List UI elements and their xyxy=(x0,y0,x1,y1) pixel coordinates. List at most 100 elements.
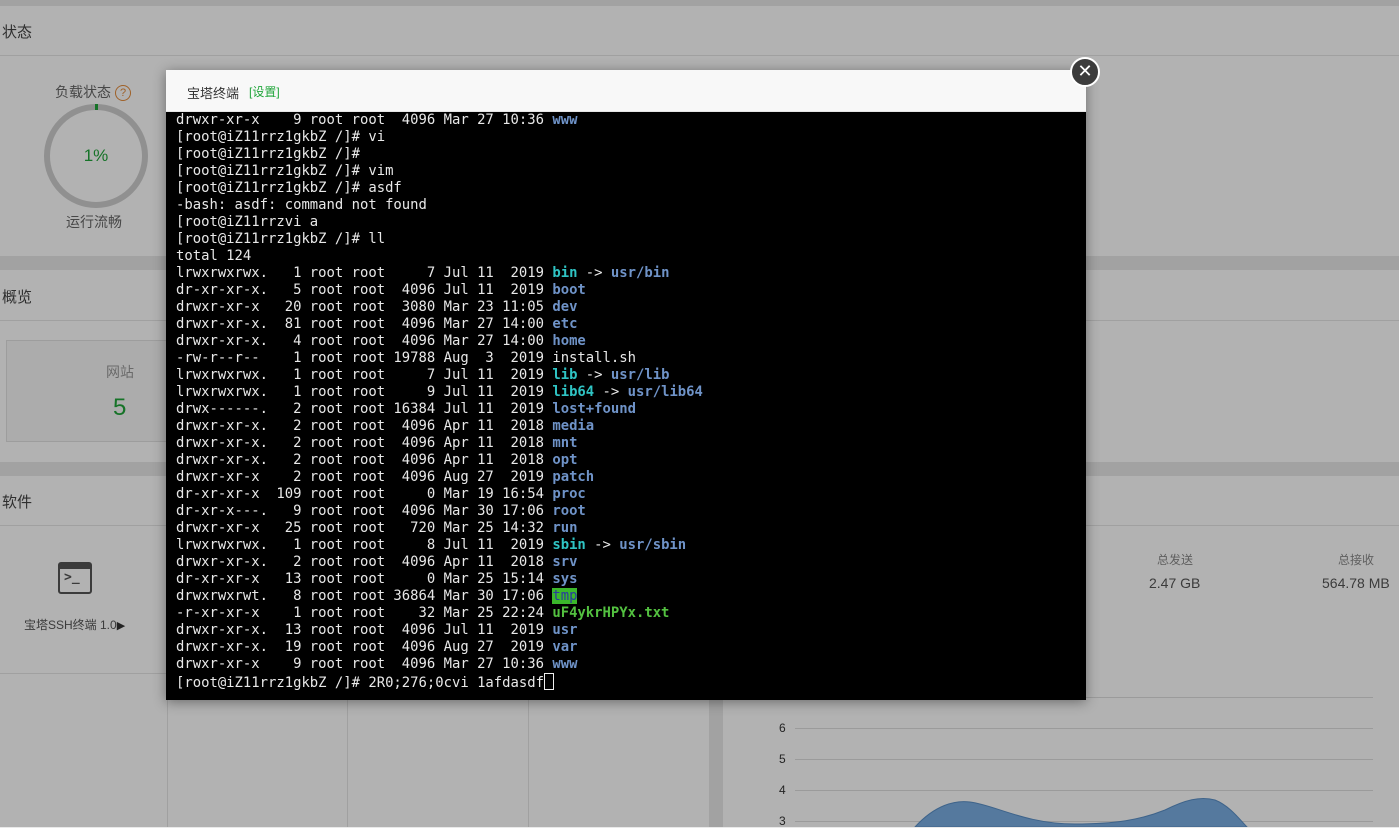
terminal-text: proc xyxy=(552,486,586,502)
terminal-dialog-title: 宝塔终端 xyxy=(187,86,240,101)
terminal-text: root xyxy=(552,503,586,519)
terminal-text: drwxr-xr-x 20 root root 3080 Mar 23 11:0… xyxy=(176,299,553,315)
terminal-text: lrwxrwxrwx. 1 root root 7 Jul 11 2019 xyxy=(176,367,553,383)
terminal-line: drwxr-xr-x. 2 root root 4096 Apr 11 2018… xyxy=(176,418,1081,435)
terminal-text: drwxr-xr-x. 2 root root 4096 Apr 11 2018 xyxy=(176,435,553,451)
terminal-text: drwx------. 2 root root 16384 Jul 11 201… xyxy=(176,401,553,417)
terminal-line: [root@iZ11rrz1gkbZ /]# 2R0;276;0cvi 1afd… xyxy=(176,673,1081,691)
terminal-text: drwxr-xr-x. 19 root root 4096 Aug 27 201… xyxy=(176,639,553,655)
terminal-text: [root@iZ11rrz1gkbZ /]# xyxy=(176,146,360,162)
terminal-line: lrwxrwxrwx. 1 root root 9 Jul 11 2019 li… xyxy=(176,384,1081,401)
terminal-line: dr-xr-x---. 9 root root 4096 Mar 30 17:0… xyxy=(176,503,1081,520)
terminal-line: drwxr-xr-x 20 root root 3080 Mar 23 11:0… xyxy=(176,299,1081,316)
terminal-text: dr-xr-xr-x 13 root root 0 Mar 25 15:14 xyxy=(176,571,553,587)
terminal-line: drwxr-xr-x. 81 root root 4096 Mar 27 14:… xyxy=(176,316,1081,333)
terminal-line: [root@iZ11rrzvi a xyxy=(176,214,1081,231)
terminal-line: drwxr-xr-x. 19 root root 4096 Aug 27 201… xyxy=(176,639,1081,656)
terminal-text: drwxr-xr-x. 2 root root 4096 Apr 11 2018 xyxy=(176,452,553,468)
terminal-text: patch xyxy=(552,469,595,485)
terminal-output[interactable]: drwxr-xr-x 9 root root 4096 Mar 27 10:36… xyxy=(176,112,1081,698)
terminal-text: -> xyxy=(577,265,611,281)
terminal-text: boot xyxy=(552,282,586,298)
terminal-text: www xyxy=(552,656,578,672)
terminal-line: -rw-r--r-- 1 root root 19788 Aug 3 2019 … xyxy=(176,350,1081,367)
terminal-text: drwxr-xr-x 2 root root 4096 Aug 27 2019 xyxy=(176,469,553,485)
terminal-line: [root@iZ11rrz1gkbZ /]# vim xyxy=(176,163,1081,180)
terminal-text: [root@iZ11rrzvi a xyxy=(176,214,319,230)
terminal-text: media xyxy=(552,418,595,434)
terminal-text: srv xyxy=(552,554,578,570)
terminal-text: dr-xr-xr-x 109 root root 0 Mar 19 16:54 xyxy=(176,486,553,502)
terminal-text: drwxr-xr-x. 2 root root 4096 Apr 11 2018 xyxy=(176,418,553,434)
terminal-line: -r-xr-xr-x 1 root root 32 Mar 25 22:24 u… xyxy=(176,605,1081,622)
terminal-text: drwxr-xr-x. 81 root root 4096 Mar 27 14:… xyxy=(176,316,553,332)
terminal-line: drwxr-xr-x. 2 root root 4096 Apr 11 2018… xyxy=(176,554,1081,571)
terminal-text: lib64 xyxy=(552,384,595,400)
terminal-text: drwxr-xr-x. 13 root root 4096 Jul 11 201… xyxy=(176,622,553,638)
terminal-line: [root@iZ11rrz1gkbZ /]# asdf xyxy=(176,180,1081,197)
terminal-text: usr/lib xyxy=(610,367,670,383)
terminal-line: lrwxrwxrwx. 1 root root 7 Jul 11 2019 li… xyxy=(176,367,1081,384)
terminal-line: lrwxrwxrwx. 1 root root 7 Jul 11 2019 bi… xyxy=(176,265,1081,282)
terminal-text: mnt xyxy=(552,435,578,451)
terminal-line: drwxr-xr-x 9 root root 4096 Mar 27 10:36… xyxy=(176,112,1081,129)
terminal-text: tmp xyxy=(552,588,578,604)
terminal-text: [root@iZ11rrz1gkbZ /]# ll xyxy=(176,231,386,247)
terminal-text: dr-xr-xr-x. 5 root root 4096 Jul 11 2019 xyxy=(176,282,553,298)
terminal-text: dev xyxy=(552,299,578,315)
terminal-text: [root@iZ11rrz1gkbZ /]# asdf xyxy=(176,180,402,196)
terminal-line: drwx------. 2 root root 16384 Jul 11 201… xyxy=(176,401,1081,418)
terminal-settings-link[interactable]: [设置] xyxy=(249,83,280,100)
terminal-text: etc xyxy=(552,316,578,332)
terminal-text: run xyxy=(552,520,578,536)
terminal-dialog: 宝塔终端 [设置] drwxr-xr-x 9 root root 4096 Ma… xyxy=(166,70,1086,700)
terminal-text: usr/lib64 xyxy=(627,384,703,400)
terminal-line: drwxr-xr-x. 2 root root 4096 Apr 11 2018… xyxy=(176,452,1081,469)
terminal-text: lost+found xyxy=(552,401,636,417)
terminal-text: lrwxrwxrwx. 1 root root 7 Jul 11 2019 xyxy=(176,265,553,281)
terminal-text: sys xyxy=(552,571,578,587)
terminal-text: [root@iZ11rrz1gkbZ /]# 2R0;276;0cvi 1afd… xyxy=(176,675,544,691)
terminal-line: drwxr-xr-x 25 root root 720 Mar 25 14:32… xyxy=(176,520,1081,537)
terminal-line: drwxr-xr-x. 13 root root 4096 Jul 11 201… xyxy=(176,622,1081,639)
terminal-text: drwxr-xr-x 25 root root 720 Mar 25 14:32 xyxy=(176,520,553,536)
terminal-text: drwxr-xr-x 9 root root 4096 Mar 27 10:36 xyxy=(176,656,553,672)
terminal-text: www xyxy=(552,112,578,128)
terminal-line: [root@iZ11rrz1gkbZ /]# ll xyxy=(176,231,1081,248)
terminal-line: [root@iZ11rrz1gkbZ /]# xyxy=(176,146,1081,163)
terminal-line: drwxr-xr-x 9 root root 4096 Mar 27 10:36… xyxy=(176,656,1081,673)
terminal-line: drwxrwxrwt. 8 root root 36864 Mar 30 17:… xyxy=(176,588,1081,605)
terminal-line: total 124 xyxy=(176,248,1081,265)
terminal-text: home xyxy=(552,333,586,349)
terminal-text: [root@iZ11rrz1gkbZ /]# vi xyxy=(176,129,386,145)
terminal-text: -bash: asdf: command not found xyxy=(176,197,427,213)
terminal-cursor xyxy=(543,673,554,690)
close-icon[interactable]: ✕ xyxy=(1070,57,1100,87)
terminal-text: drwxr-xr-x 9 root root 4096 Mar 27 10:36 xyxy=(176,112,553,128)
terminal-text: uF4ykrHPYx.txt xyxy=(552,605,670,621)
terminal-line: dr-xr-xr-x. 5 root root 4096 Jul 11 2019… xyxy=(176,282,1081,299)
terminal-line: dr-xr-xr-x 13 root root 0 Mar 25 15:14 s… xyxy=(176,571,1081,588)
terminal-text: lib xyxy=(552,367,578,383)
terminal-text: [root@iZ11rrz1gkbZ /]# vim xyxy=(176,163,394,179)
terminal-text: -r-xr-xr-x 1 root root 32 Mar 25 22:24 xyxy=(176,605,553,621)
terminal-line: drwxr-xr-x 2 root root 4096 Aug 27 2019 … xyxy=(176,469,1081,486)
terminal-text: -rw-r--r-- 1 root root 19788 Aug 3 2019 … xyxy=(176,350,636,366)
terminal-text: drwxr-xr-x. 4 root root 4096 Mar 27 14:0… xyxy=(176,333,553,349)
terminal-line: drwxr-xr-x. 2 root root 4096 Apr 11 2018… xyxy=(176,435,1081,452)
terminal-line: dr-xr-xr-x 109 root root 0 Mar 19 16:54 … xyxy=(176,486,1081,503)
terminal-text: dr-xr-x---. 9 root root 4096 Mar 30 17:0… xyxy=(176,503,553,519)
terminal-text: usr xyxy=(552,622,578,638)
terminal-text: bin xyxy=(552,265,578,281)
terminal-text: drwxrwxrwt. 8 root root 36864 Mar 30 17:… xyxy=(176,588,553,604)
terminal-text: lrwxrwxrwx. 1 root root 9 Jul 11 2019 xyxy=(176,384,553,400)
terminal-line: [root@iZ11rrz1gkbZ /]# vi xyxy=(176,129,1081,146)
terminal-dialog-header: 宝塔终端 [设置] xyxy=(166,70,1086,112)
terminal-text: drwxr-xr-x. 2 root root 4096 Apr 11 2018 xyxy=(176,554,553,570)
terminal-text: -> xyxy=(585,537,620,553)
terminal-text: -> xyxy=(594,384,628,400)
terminal-line: drwxr-xr-x. 4 root root 4096 Mar 27 14:0… xyxy=(176,333,1081,350)
terminal-text: sbin xyxy=(552,537,586,553)
terminal-text: -> xyxy=(577,367,611,383)
terminal-line: -bash: asdf: command not found xyxy=(176,197,1081,214)
